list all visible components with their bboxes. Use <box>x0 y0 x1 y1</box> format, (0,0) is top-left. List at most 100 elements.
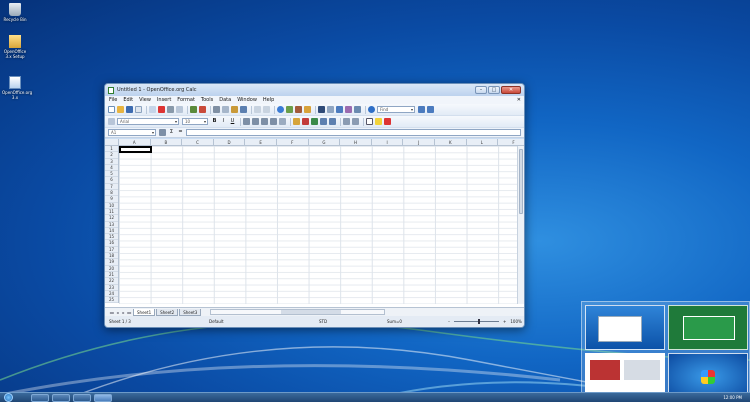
bold-button[interactable]: B <box>211 118 218 125</box>
delete-decimal-icon[interactable] <box>329 118 336 125</box>
hyperlink-icon[interactable] <box>277 106 284 113</box>
status-page-style[interactable]: Default <box>205 319 315 324</box>
zoom-level[interactable]: 100% <box>506 319 521 324</box>
menu-view[interactable]: View <box>139 97 151 103</box>
status-selection-mode[interactable]: STD <box>315 319 383 324</box>
show-draw-functions-icon[interactable] <box>318 106 325 113</box>
title-bar[interactable]: Untitled 1 - OpenOffice.org Calc – □ ✕ <box>105 84 524 96</box>
active-cell-cursor[interactable] <box>119 146 152 153</box>
column-header[interactable]: A <box>119 139 151 146</box>
tab-sheet3[interactable]: Sheet3 <box>179 308 202 316</box>
borders-icon[interactable] <box>366 118 373 125</box>
horizontal-scrollbar[interactable] <box>210 309 386 315</box>
next-sheet-button[interactable]: ▸ <box>121 310 126 315</box>
start-button[interactable] <box>4 393 13 402</box>
cell-grid[interactable] <box>119 146 518 304</box>
zoom-slider[interactable] <box>454 319 499 324</box>
sort-descending-icon[interactable] <box>295 106 302 113</box>
styles-icon[interactable] <box>108 118 115 125</box>
vertical-scroll-thumb[interactable] <box>519 149 523 214</box>
name-box[interactable]: A1 <box>108 129 156 136</box>
column-header[interactable]: B <box>151 139 183 146</box>
undo-icon[interactable] <box>254 106 261 113</box>
prev-sheet-button[interactable]: ◂ <box>115 310 120 315</box>
taskbar-media-icon[interactable] <box>73 393 91 402</box>
column-header[interactable]: J <box>403 139 435 146</box>
add-decimal-icon[interactable] <box>320 118 327 125</box>
navigator-icon[interactable] <box>336 106 343 113</box>
align-right-icon[interactable] <box>261 118 268 125</box>
first-sheet-button[interactable]: ◂◂ <box>109 310 114 315</box>
thumbnail-calc-window[interactable] <box>585 305 665 350</box>
paste-icon[interactable] <box>231 106 238 113</box>
menu-format[interactable]: Format <box>177 97 195 103</box>
row-header[interactable]: 25 <box>105 297 118 304</box>
thumbnail-solitaire-window[interactable] <box>668 305 748 350</box>
column-header[interactable]: D <box>214 139 246 146</box>
function-button[interactable]: = <box>177 129 184 136</box>
gallery-icon[interactable] <box>345 106 352 113</box>
calc-window[interactable]: Untitled 1 - OpenOffice.org Calc – □ ✕ F… <box>104 83 525 328</box>
align-left-icon[interactable] <box>243 118 250 125</box>
column-header[interactable]: I <box>372 139 404 146</box>
find-next-icon[interactable] <box>418 106 425 113</box>
desktop-icon-openoffice-setup[interactable]: OpenOffice 3.x Setup <box>2 35 28 59</box>
copy-icon[interactable] <box>222 106 229 113</box>
edit-file-icon[interactable] <box>149 106 156 113</box>
font-color-icon[interactable] <box>384 118 391 125</box>
format-paintbrush-icon[interactable] <box>240 106 247 113</box>
tab-sheet2[interactable]: Sheet2 <box>156 308 179 316</box>
column-header[interactable]: H <box>340 139 372 146</box>
align-center-icon[interactable] <box>252 118 259 125</box>
underline-button[interactable]: U <box>229 118 236 125</box>
close-button[interactable]: ✕ <box>501 86 521 94</box>
help-icon[interactable] <box>368 106 375 113</box>
column-header[interactable]: F <box>277 139 309 146</box>
menu-edit[interactable]: Edit <box>123 97 133 103</box>
column-header[interactable]: E <box>245 139 277 146</box>
taskbar-explorer-icon[interactable] <box>52 393 70 402</box>
justify-icon[interactable] <box>270 118 277 125</box>
tab-sheet1[interactable]: Sheet1 <box>133 308 156 316</box>
zoom-icon[interactable] <box>354 106 361 113</box>
print-icon[interactable] <box>167 106 174 113</box>
column-header[interactable]: K <box>435 139 467 146</box>
italic-button[interactable]: I <box>220 118 227 125</box>
percent-format-icon[interactable] <box>302 118 309 125</box>
font-name-field[interactable]: Arial <box>117 118 179 125</box>
function-wizard-icon[interactable] <box>159 129 166 136</box>
menu-data[interactable]: Data <box>219 97 231 103</box>
column-header[interactable]: L <box>467 139 499 146</box>
taskbar-calc-icon[interactable] <box>94 393 112 402</box>
merge-cells-icon[interactable] <box>279 118 286 125</box>
chart-icon[interactable] <box>304 106 311 113</box>
zoom-out-button[interactable]: – <box>448 319 450 324</box>
find-field[interactable]: Find <box>377 106 415 113</box>
column-header[interactable]: G <box>309 139 341 146</box>
save-icon[interactable] <box>126 106 133 113</box>
page-preview-icon[interactable] <box>176 106 183 113</box>
maximize-button[interactable]: □ <box>488 86 500 94</box>
horizontal-scroll-thumb[interactable] <box>281 310 342 314</box>
menu-file[interactable]: File <box>109 97 117 103</box>
sort-ascending-icon[interactable] <box>286 106 293 113</box>
column-header[interactable]: F <box>498 139 524 146</box>
formula-input[interactable] <box>186 129 521 136</box>
menu-help[interactable]: Help <box>263 97 274 103</box>
font-size-field[interactable]: 10 <box>182 118 208 125</box>
new-document-icon[interactable] <box>108 106 115 113</box>
taskbar-ie-icon[interactable] <box>31 393 49 402</box>
background-color-icon[interactable] <box>375 118 382 125</box>
standard-format-icon[interactable] <box>311 118 318 125</box>
find-replace-icon[interactable] <box>327 106 334 113</box>
close-document-button[interactable]: ✕ <box>517 97 521 103</box>
clock[interactable]: 12:00 PM <box>723 395 742 400</box>
redo-icon[interactable] <box>263 106 270 113</box>
menu-insert[interactable]: Insert <box>157 97 171 103</box>
export-pdf-icon[interactable] <box>158 106 165 113</box>
column-header[interactable]: C <box>182 139 214 146</box>
spellcheck-icon[interactable] <box>190 106 197 113</box>
open-folder-icon[interactable] <box>117 106 124 113</box>
find-previous-icon[interactable] <box>427 106 434 113</box>
menu-window[interactable]: Window <box>237 97 257 103</box>
